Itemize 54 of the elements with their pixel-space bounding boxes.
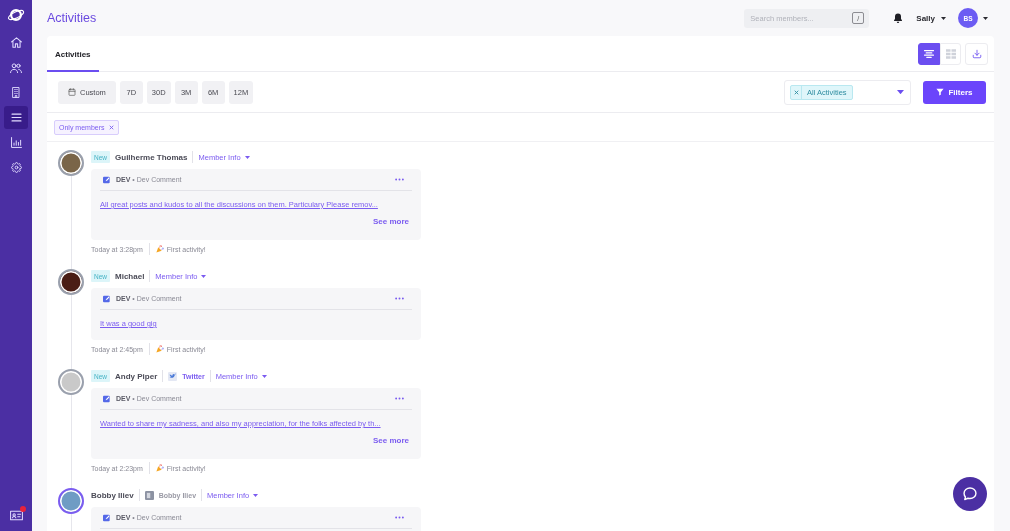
download-icon — [971, 48, 982, 59]
member-name: Bobby Iliev — [91, 490, 134, 500]
see-more-link[interactable]: See more — [372, 435, 412, 447]
party-popper-icon — [155, 345, 164, 353]
calendar-icon — [68, 88, 76, 96]
download-button[interactable] — [965, 42, 988, 65]
more-button[interactable] — [395, 297, 404, 300]
menu-icon — [10, 113, 22, 122]
see-more-link[interactable]: See more — [372, 216, 412, 228]
caret-icon — [244, 155, 250, 159]
filters-button[interactable]: Filters — [923, 80, 986, 104]
member-name: Guilherme Thomas — [115, 152, 188, 162]
edit-icon — [103, 175, 111, 184]
edit-icon — [103, 294, 111, 303]
bell-icon — [893, 12, 904, 24]
bar-chart-icon — [10, 137, 22, 148]
grid-icon — [945, 48, 956, 59]
logo-icon — [7, 6, 25, 24]
edit-icon — [103, 394, 111, 403]
building-icon — [11, 87, 21, 98]
settings-icon — [10, 162, 22, 173]
caret-icon — [253, 493, 259, 497]
member-name: Michael — [115, 271, 145, 281]
caret-icon — [941, 16, 946, 20]
member-name: Andy Piper — [115, 371, 158, 381]
close-icon — [108, 124, 114, 130]
close-icon — [793, 89, 799, 95]
edit-icon — [103, 513, 111, 522]
caret-icon — [983, 16, 988, 20]
filter-icon — [936, 88, 945, 96]
party-popper-icon — [155, 245, 164, 253]
more-button[interactable] — [395, 516, 404, 519]
caret-icon — [897, 89, 904, 95]
user-menu-button[interactable]: Sally — [916, 13, 946, 23]
document-icon — [144, 490, 154, 500]
more-button[interactable] — [395, 178, 404, 181]
users-icon — [10, 62, 22, 73]
more-icon — [395, 178, 404, 181]
sidebar-nav-button[interactable] — [4, 106, 28, 129]
more-icon — [395, 297, 404, 300]
home-icon — [10, 37, 22, 48]
id-card-icon — [9, 509, 23, 521]
bird-icon — [168, 371, 178, 381]
page-title: Activities — [47, 11, 97, 25]
caret-icon — [261, 374, 267, 378]
more-icon — [395, 516, 404, 519]
party-popper-icon — [155, 464, 164, 472]
chat-icon — [963, 487, 977, 501]
list-view-button[interactable] — [918, 42, 940, 65]
list-icon — [924, 49, 934, 58]
more-button[interactable] — [395, 397, 404, 400]
tab[interactable]: Activities — [47, 36, 99, 72]
more-icon — [395, 397, 404, 400]
caret-icon — [201, 274, 207, 278]
